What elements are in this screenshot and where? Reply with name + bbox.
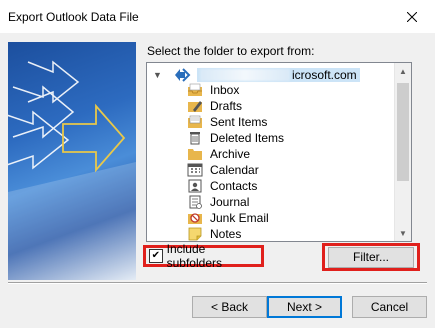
folder-label: Sent Items <box>210 115 268 129</box>
archive-folder-icon <box>187 147 203 161</box>
include-subfolders-checkbox[interactable]: ✔ <box>149 249 163 263</box>
folder-label: Notes <box>210 227 242 241</box>
folder-item-deleted-items[interactable]: Deleted Items <box>187 130 284 146</box>
folder-label: Contacts <box>210 179 258 193</box>
folder-item-junk-email[interactable]: Junk Email <box>187 210 284 226</box>
filter-button-highlight: Filter... <box>322 243 420 271</box>
include-subfolders-checkbox-highlight: ✔ Include subfolders <box>143 242 264 270</box>
calendar-icon <box>187 163 203 177</box>
tree-vertical-scrollbar[interactable]: ▲ ▼ <box>394 63 411 241</box>
folder-item-contacts[interactable]: Contacts <box>187 178 284 194</box>
wizard-banner-graphic <box>8 42 136 280</box>
scroll-down-arrow-icon[interactable]: ▼ <box>395 225 411 241</box>
folder-item-calendar[interactable]: Calendar <box>187 162 284 178</box>
junk-email-icon <box>187 211 203 225</box>
export-arrows-graphic <box>8 60 136 280</box>
folder-label: Calendar <box>210 163 259 177</box>
deleted-items-icon <box>187 131 203 145</box>
cancel-button[interactable]: Cancel <box>352 296 427 318</box>
next-button[interactable]: Next > <box>267 296 342 318</box>
folder-item-journal[interactable]: Journal <box>187 194 284 210</box>
notes-icon <box>187 227 203 241</box>
folder-label: Journal <box>210 195 250 209</box>
folder-item-drafts[interactable]: Drafts <box>187 98 284 114</box>
folder-item-inbox[interactable]: Inbox <box>187 82 284 98</box>
sent-items-icon <box>187 115 203 129</box>
folder-label: Deleted Items <box>210 131 285 145</box>
close-icon <box>407 11 417 22</box>
scrollbar-thumb[interactable] <box>397 83 409 181</box>
drafts-icon <box>187 99 203 113</box>
collapse-icon[interactable]: ▼ <box>153 70 163 80</box>
inbox-icon <box>187 83 203 97</box>
folder-label: Inbox <box>210 83 240 97</box>
folder-label: Junk Email <box>210 211 269 225</box>
folder-item-archive[interactable]: Archive <box>187 146 284 162</box>
folder-list: Inbox Drafts Sent Items Deleted Items Ar… <box>187 82 284 241</box>
folder-item-notes[interactable]: Notes <box>187 226 284 241</box>
checkmark-icon: ✔ <box>151 250 160 261</box>
scroll-up-arrow-icon[interactable]: ▲ <box>395 63 411 79</box>
folder-prompt-label: Select the folder to export from: <box>147 44 315 58</box>
title-bar: Export Outlook Data File <box>0 0 435 33</box>
folder-item-sent-items[interactable]: Sent Items <box>187 114 284 130</box>
dialog-separator <box>8 282 427 284</box>
close-button[interactable] <box>389 0 435 33</box>
exchange-account-icon <box>175 68 191 82</box>
folder-label: Drafts <box>210 99 243 113</box>
account-name-label: icrosoft.com <box>197 68 360 82</box>
folder-label: Archive <box>210 147 251 161</box>
journal-icon <box>187 195 203 209</box>
filter-button[interactable]: Filter... <box>328 246 414 268</box>
redacted-email-part <box>200 69 290 81</box>
account-name-suffix: icrosoft.com <box>292 68 357 82</box>
folder-tree[interactable]: ▼ icrosoft.com Inbox Drafts Sent Items D… <box>146 62 412 242</box>
window-title: Export Outlook Data File <box>8 10 139 24</box>
include-subfolders-label[interactable]: Include subfolders <box>167 242 261 270</box>
back-button[interactable]: < Back <box>192 296 267 318</box>
contacts-icon <box>187 179 203 193</box>
